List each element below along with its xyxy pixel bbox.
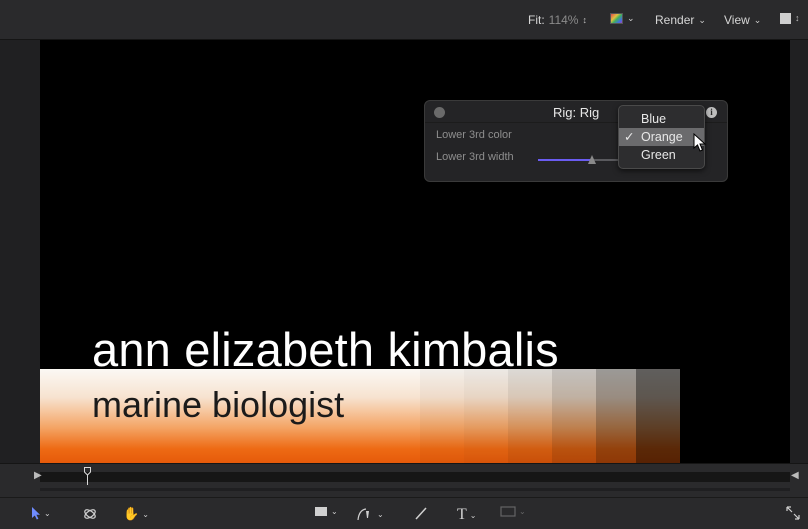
3d-transform-icon	[84, 509, 96, 519]
hud-title: Rig: Rig	[553, 105, 600, 120]
mask-tool[interactable]: ⌄	[500, 506, 526, 517]
layout-popup[interactable]: ↕	[780, 13, 800, 24]
shape-rectangle-icon	[315, 507, 327, 516]
bar-band	[552, 369, 596, 463]
lower-3rd-color-popup-menu: Blue ✓ Orange Green	[618, 105, 705, 169]
fullscreen-icon	[786, 506, 800, 520]
slider-thumb[interactable]	[588, 155, 596, 164]
mask-icon	[500, 506, 516, 517]
select-transform-tool[interactable]: ⌄	[31, 506, 51, 520]
select-arrow-icon	[32, 507, 40, 520]
view-menu[interactable]: View ⌄	[724, 13, 761, 27]
hud-close-button[interactable]	[434, 107, 445, 118]
text-tool[interactable]: T ⌄	[457, 506, 476, 524]
lower-3rd-width-label: Lower 3rd width	[436, 151, 514, 163]
menu-item-label: Orange	[641, 130, 683, 144]
play-range-in-icon[interactable]: ▶	[34, 470, 42, 481]
chevron-down-icon: ⌄	[377, 509, 384, 519]
checkmark-icon: ✓	[624, 130, 635, 144]
chevron-down-icon: ⌄	[519, 507, 526, 516]
hand-pan-icon: ✋	[123, 506, 140, 521]
fullscreen-button[interactable]	[786, 506, 800, 520]
menu-item-orange[interactable]: ✓ Orange	[619, 128, 704, 146]
menu-item-green[interactable]: Green	[619, 146, 704, 164]
color-channels-popup[interactable]: ⌄	[610, 13, 635, 24]
play-range-out-icon[interactable]: ◀	[791, 470, 799, 481]
updown-arrows-icon: ↕	[795, 13, 800, 23]
text-tool-icon: T	[457, 506, 467, 523]
playhead-icon[interactable]	[84, 467, 91, 485]
menu-item-label: Blue	[641, 112, 667, 126]
timeline-subtrack	[40, 488, 790, 491]
mini-timeline: ▶ ◀	[0, 463, 808, 497]
chevron-down-icon: ⌄	[627, 13, 635, 23]
bar-band	[508, 369, 552, 463]
bar-band	[420, 369, 464, 463]
viewer-gutter-left	[0, 40, 40, 463]
render-label: Render	[655, 13, 695, 27]
square-icon	[780, 13, 791, 24]
slider-fill	[538, 159, 592, 161]
chevron-down-icon: ⌄	[331, 507, 338, 516]
pan-tool[interactable]: ✋ ⌄	[123, 506, 149, 522]
fit-value: 114%	[548, 13, 579, 27]
bar-band	[636, 369, 680, 463]
paint-stroke-icon	[415, 507, 427, 520]
shape-tool[interactable]: ⌄	[314, 506, 338, 517]
updown-arrows-icon: ↕	[582, 14, 587, 25]
lower-third-name[interactable]: ann elizabeth kimbalis	[92, 322, 559, 377]
chevron-down-icon: ⌄	[44, 508, 51, 518]
chevron-down-icon: ⌄	[753, 14, 762, 25]
bezier-pen-icon	[357, 508, 369, 521]
fit-zoom-popup[interactable]: Fit: 114% ↕	[528, 13, 587, 27]
lower-third-title[interactable]: marine biologist	[92, 384, 344, 426]
canvas-toolbar: ⌄ ✋ ⌄ ⌄ ⌄ T ⌄ ⌄	[0, 497, 808, 529]
viewer-toolbar: Fit: 114% ↕ ⌄ Render ⌄ View ⌄ ↕	[0, 0, 808, 40]
viewer-gutter-right	[790, 40, 808, 463]
timeline-track[interactable]	[40, 472, 790, 482]
menu-item-blue[interactable]: Blue	[619, 110, 704, 128]
fit-label: Fit:	[528, 13, 545, 27]
bar-band	[464, 369, 508, 463]
render-menu[interactable]: Render ⌄	[655, 13, 706, 27]
paint-stroke-tool[interactable]	[414, 506, 428, 520]
chevron-down-icon: ⌄	[142, 509, 149, 519]
chevron-down-icon: ⌄	[469, 510, 477, 520]
3d-transform-tool[interactable]	[82, 506, 98, 522]
lower-3rd-color-label: Lower 3rd color	[436, 129, 512, 141]
view-label: View	[724, 13, 750, 27]
bezier-tool[interactable]: ⌄	[356, 506, 384, 522]
bar-band	[596, 369, 636, 463]
color-channels-icon	[610, 13, 623, 24]
pointer-cursor-icon	[693, 133, 707, 152]
menu-item-label: Green	[641, 148, 676, 162]
chevron-down-icon: ⌄	[698, 14, 706, 25]
info-icon[interactable]: i	[706, 107, 717, 118]
